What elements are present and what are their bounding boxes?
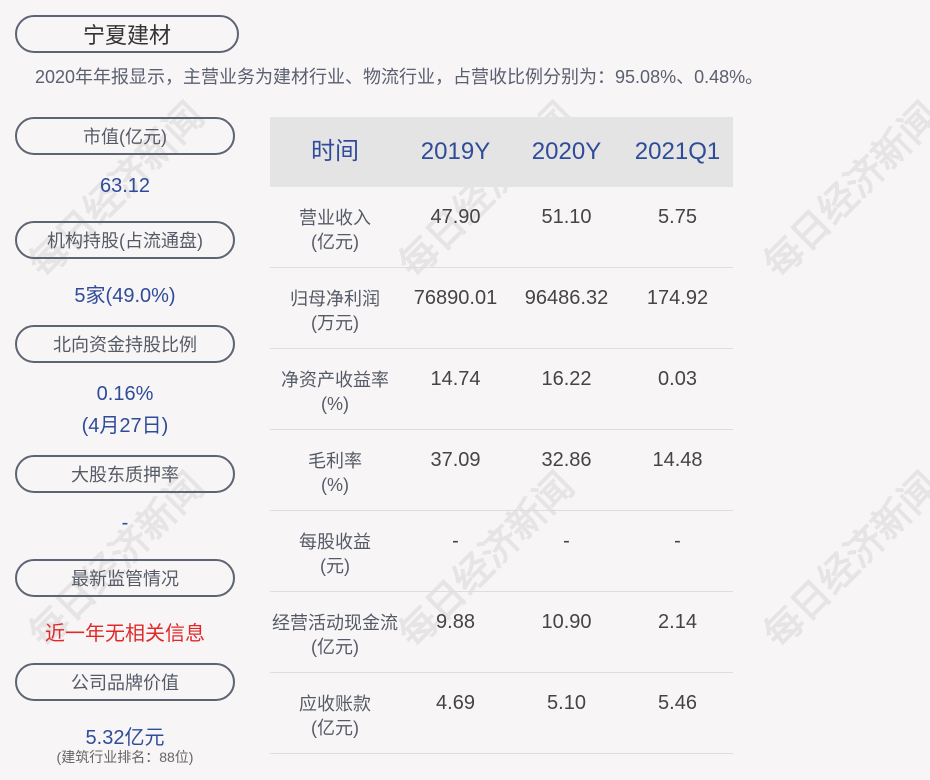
row-label-unit: (元) [320, 556, 350, 576]
row-label-unit: (%) [321, 394, 349, 414]
row-label-name: 净资产收益率 [281, 370, 389, 390]
row-label: 经营活动现金流 (亿元) [270, 592, 400, 659]
pledge-value: - [121, 512, 129, 534]
header-time: 时间 [311, 138, 359, 165]
table-cell: 5.46 [658, 692, 697, 714]
row-label-name: 毛利率 [308, 451, 362, 471]
financial-table: 时间 2019Y 2020Y 2021Q1 营业收入 (亿元) 47.90 51.10… [270, 117, 733, 754]
table-cell: 2.14 [658, 611, 697, 633]
row-label-name: 经营活动现金流 [272, 613, 398, 633]
row-label-unit: (亿元) [311, 637, 359, 657]
market-cap-label: 市值(亿元) [15, 117, 235, 155]
table-cell: 47.90 [430, 206, 481, 228]
table-cell: 37.09 [430, 449, 481, 471]
summary-text: 2020年年报显示，主营业务为建材行业、物流行业，占营收比例分别为：95.08%… [35, 67, 764, 87]
regulation-label: 最新监管情况 [15, 559, 235, 597]
watermark: 每日经济新闻 [754, 93, 930, 287]
row-label: 应收账款 (亿元) [270, 673, 400, 740]
institution-holding-value: 5家(49.0%) [74, 285, 176, 307]
northbound-value: 0.16% [96, 383, 154, 405]
brand-rank: (建筑行业排名：88位) [56, 749, 194, 765]
table-cell: 96486.32 [524, 287, 609, 309]
row-label: 每股收益 (元) [270, 511, 400, 578]
table-cell: 51.10 [541, 206, 592, 228]
row-label: 归母净利润 (万元) [270, 268, 400, 335]
pledge-label: 大股东质押率 [15, 455, 235, 493]
brand-value-label: 公司品牌价值 [15, 663, 235, 701]
brand-value: 5.32亿元 [85, 727, 165, 749]
northbound-label: 北向资金持股比例 [15, 325, 235, 363]
table-row: 净资产收益率 (%) 14.74 16.22 0.03 [270, 349, 733, 430]
row-label-unit: (万元) [311, 313, 359, 333]
table-row: 归母净利润 (万元) 76890.01 96486.32 174.92 [270, 268, 733, 349]
row-label: 毛利率 (%) [270, 430, 400, 497]
table-cell: - [563, 530, 570, 552]
row-label: 营业收入 (亿元) [270, 187, 400, 254]
table-cell: 14.48 [652, 449, 703, 471]
watermark: 每日经济新闻 [754, 463, 930, 657]
table-cell: 10.90 [541, 611, 592, 633]
table-cell: - [674, 530, 681, 552]
row-label-unit: (亿元) [311, 718, 359, 738]
row-label-name: 归母净利润 [290, 289, 380, 309]
table-cell: 5.10 [547, 692, 586, 714]
table-row: 应收账款 (亿元) 4.69 5.10 5.46 [270, 673, 733, 754]
header-2021q1: 2021Q1 [634, 138, 721, 165]
regulation-value: 近一年无相关信息 [45, 623, 205, 645]
table-row: 每股收益 (元) - - - [270, 511, 733, 592]
table-cell: 5.75 [658, 206, 697, 228]
table-cell: 0.03 [658, 368, 697, 390]
row-label: 净资产收益率 (%) [270, 349, 400, 416]
company-title: 宁夏建材 [15, 15, 239, 53]
table-cell: 76890.01 [413, 287, 498, 309]
table-header: 时间 2019Y 2020Y 2021Q1 [270, 117, 733, 187]
table-row: 营业收入 (亿元) 47.90 51.10 5.75 [270, 187, 733, 268]
table-row: 经营活动现金流 (亿元) 9.88 10.90 2.14 [270, 592, 733, 673]
table-cell: 174.92 [646, 287, 709, 309]
table-cell: 4.69 [436, 692, 475, 714]
institution-holding-label: 机构持股(占流通盘) [15, 221, 235, 259]
row-label-name: 每股收益 [299, 532, 371, 552]
row-label-unit: (%) [321, 475, 349, 495]
table-row: 毛利率 (%) 37.09 32.86 14.48 [270, 430, 733, 511]
northbound-date: (4月27日) [81, 415, 169, 437]
row-label-name: 应收账款 [299, 694, 371, 714]
row-label-name: 营业收入 [299, 208, 371, 228]
table-cell: 14.74 [430, 368, 481, 390]
table-cell: 16.22 [541, 368, 592, 390]
row-label-unit: (亿元) [311, 232, 359, 252]
market-cap-value: 63.12 [99, 175, 151, 197]
table-cell: 9.88 [436, 611, 475, 633]
header-2019: 2019Y [420, 138, 491, 165]
header-2020: 2020Y [531, 138, 602, 165]
table-cell: 32.86 [541, 449, 592, 471]
table-cell: - [452, 530, 459, 552]
